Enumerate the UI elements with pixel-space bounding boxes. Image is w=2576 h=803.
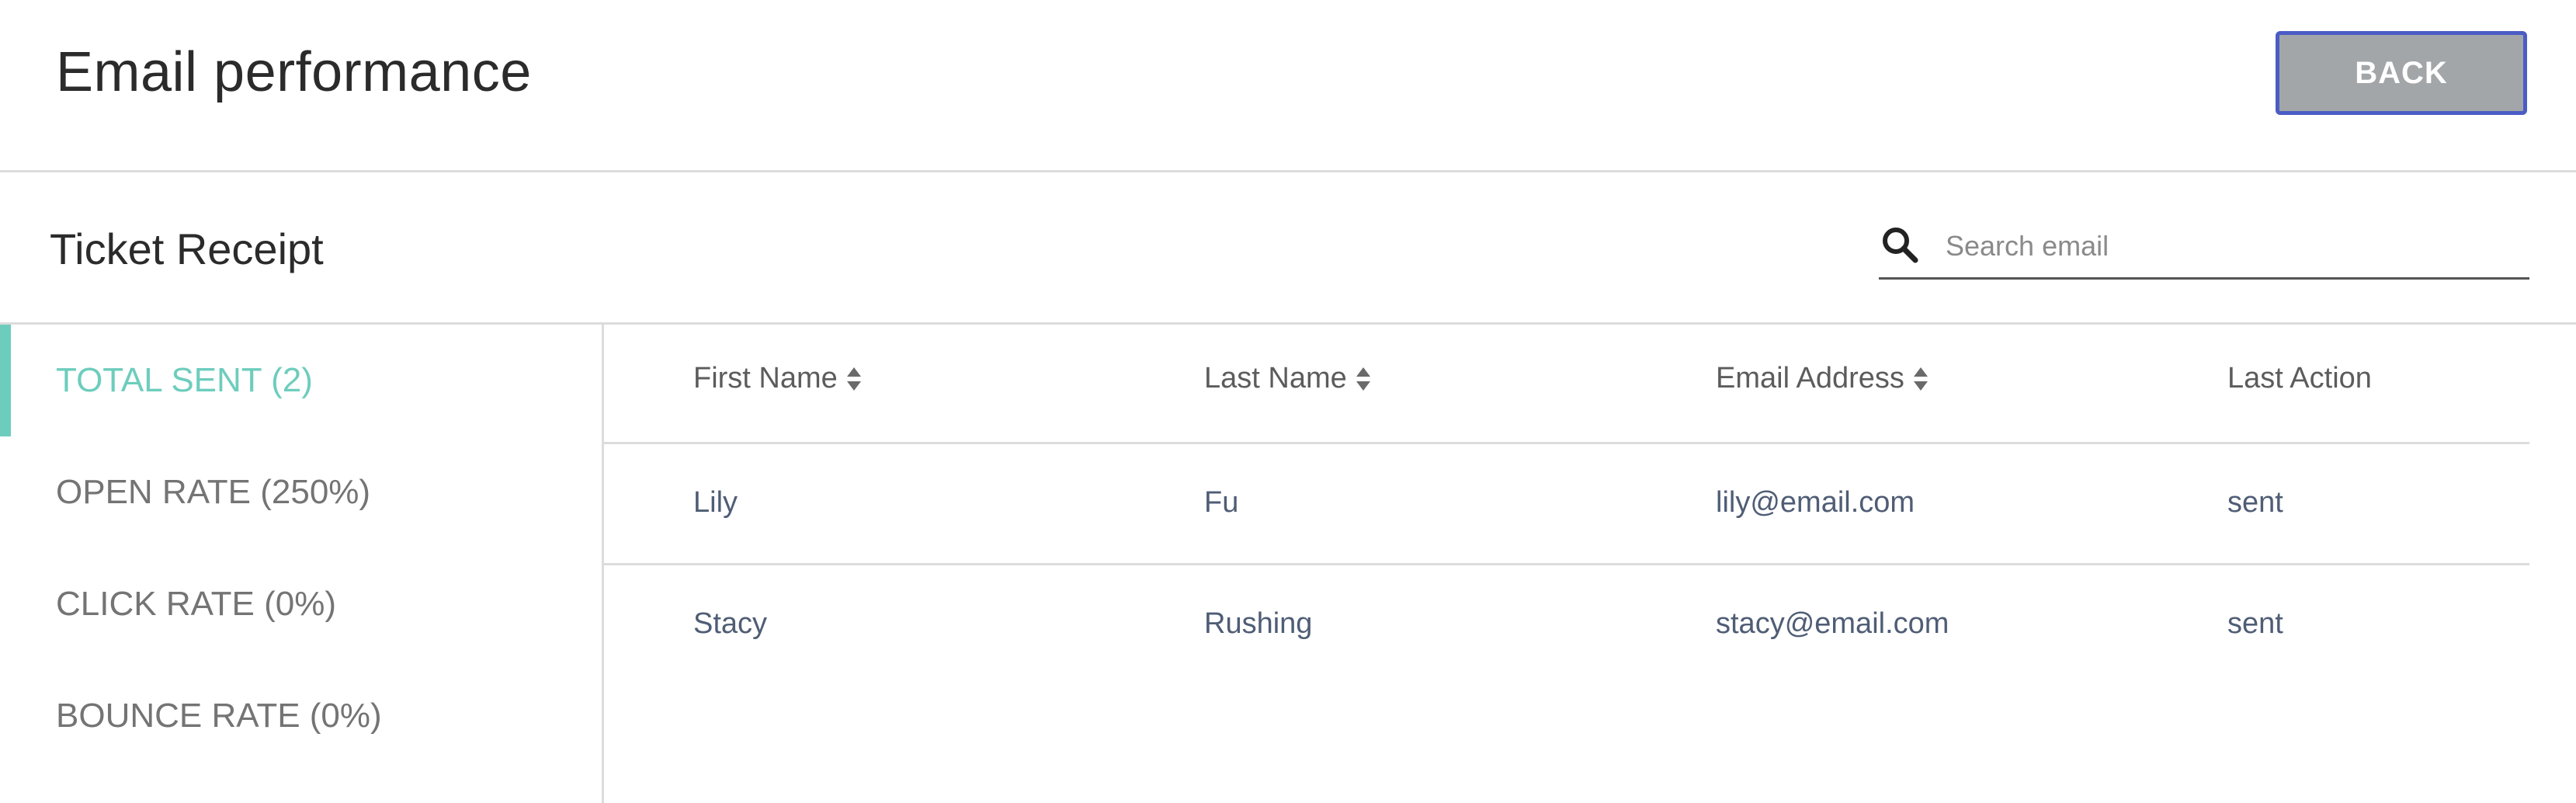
search-bar: [1879, 217, 2529, 280]
sidebar-item-label: TOTAL SENT (2): [56, 361, 313, 399]
cell-last-action: sent: [2227, 486, 2283, 519]
sidebar-item-bounce-rate[interactable]: BOUNCE RATE (0%): [0, 660, 602, 772]
sidebar-item-click-rate[interactable]: CLICK RATE (0%): [0, 548, 602, 660]
cell-last-name: Fu: [1204, 486, 1239, 519]
column-header-label: Last Name: [1204, 362, 1347, 395]
sidebar-item-open-rate[interactable]: OPEN RATE (250%): [0, 436, 602, 548]
column-header-email[interactable]: Email Address: [1716, 362, 1929, 395]
section-title: Ticket Receipt: [50, 224, 324, 273]
sidebar-item-total-sent[interactable]: TOTAL SENT (2): [0, 325, 602, 436]
cell-last-action: sent: [2227, 607, 2283, 640]
cell-email: stacy@email.com: [1716, 607, 1949, 640]
sort-icon[interactable]: [1355, 366, 1372, 392]
active-indicator: [0, 325, 11, 436]
column-header-label: Last Action: [2227, 362, 2372, 395]
table-row[interactable]: Stacy Rushing stacy@email.com sent: [604, 565, 2529, 687]
recipients-table: First Name Last Name Email Address Last …: [604, 325, 2529, 803]
column-header-label: First Name: [693, 362, 838, 395]
page-title: Email performance: [56, 41, 532, 103]
sidebar-item-label: CLICK RATE (0%): [56, 585, 337, 623]
section-header: Ticket Receipt: [0, 172, 2576, 325]
table-header: First Name Last Name Email Address Last …: [604, 325, 2529, 444]
search-input[interactable]: [1944, 224, 2522, 269]
metrics-sidebar: TOTAL SENT (2) OPEN RATE (250%) CLICK RA…: [0, 325, 604, 803]
column-header-first-name[interactable]: First Name: [693, 362, 863, 395]
cell-first-name: Stacy: [693, 607, 768, 640]
sidebar-item-label: BOUNCE RATE (0%): [56, 697, 382, 735]
column-header-last-action: Last Action: [2227, 362, 2372, 395]
cell-last-name: Rushing: [1204, 607, 1313, 640]
search-icon[interactable]: [1880, 225, 1919, 264]
page-header: Email performance BACK: [0, 0, 2576, 172]
sort-icon[interactable]: [845, 366, 863, 392]
back-button[interactable]: BACK: [2276, 31, 2527, 115]
cell-email: lily@email.com: [1716, 486, 1915, 519]
column-header-last-name[interactable]: Last Name: [1204, 362, 1372, 395]
sidebar-item-label: OPEN RATE (250%): [56, 473, 371, 511]
table-row[interactable]: Lily Fu lily@email.com sent: [604, 444, 2529, 565]
sort-icon[interactable]: [1912, 366, 1929, 392]
column-header-label: Email Address: [1716, 362, 1904, 395]
cell-first-name: Lily: [693, 486, 738, 519]
